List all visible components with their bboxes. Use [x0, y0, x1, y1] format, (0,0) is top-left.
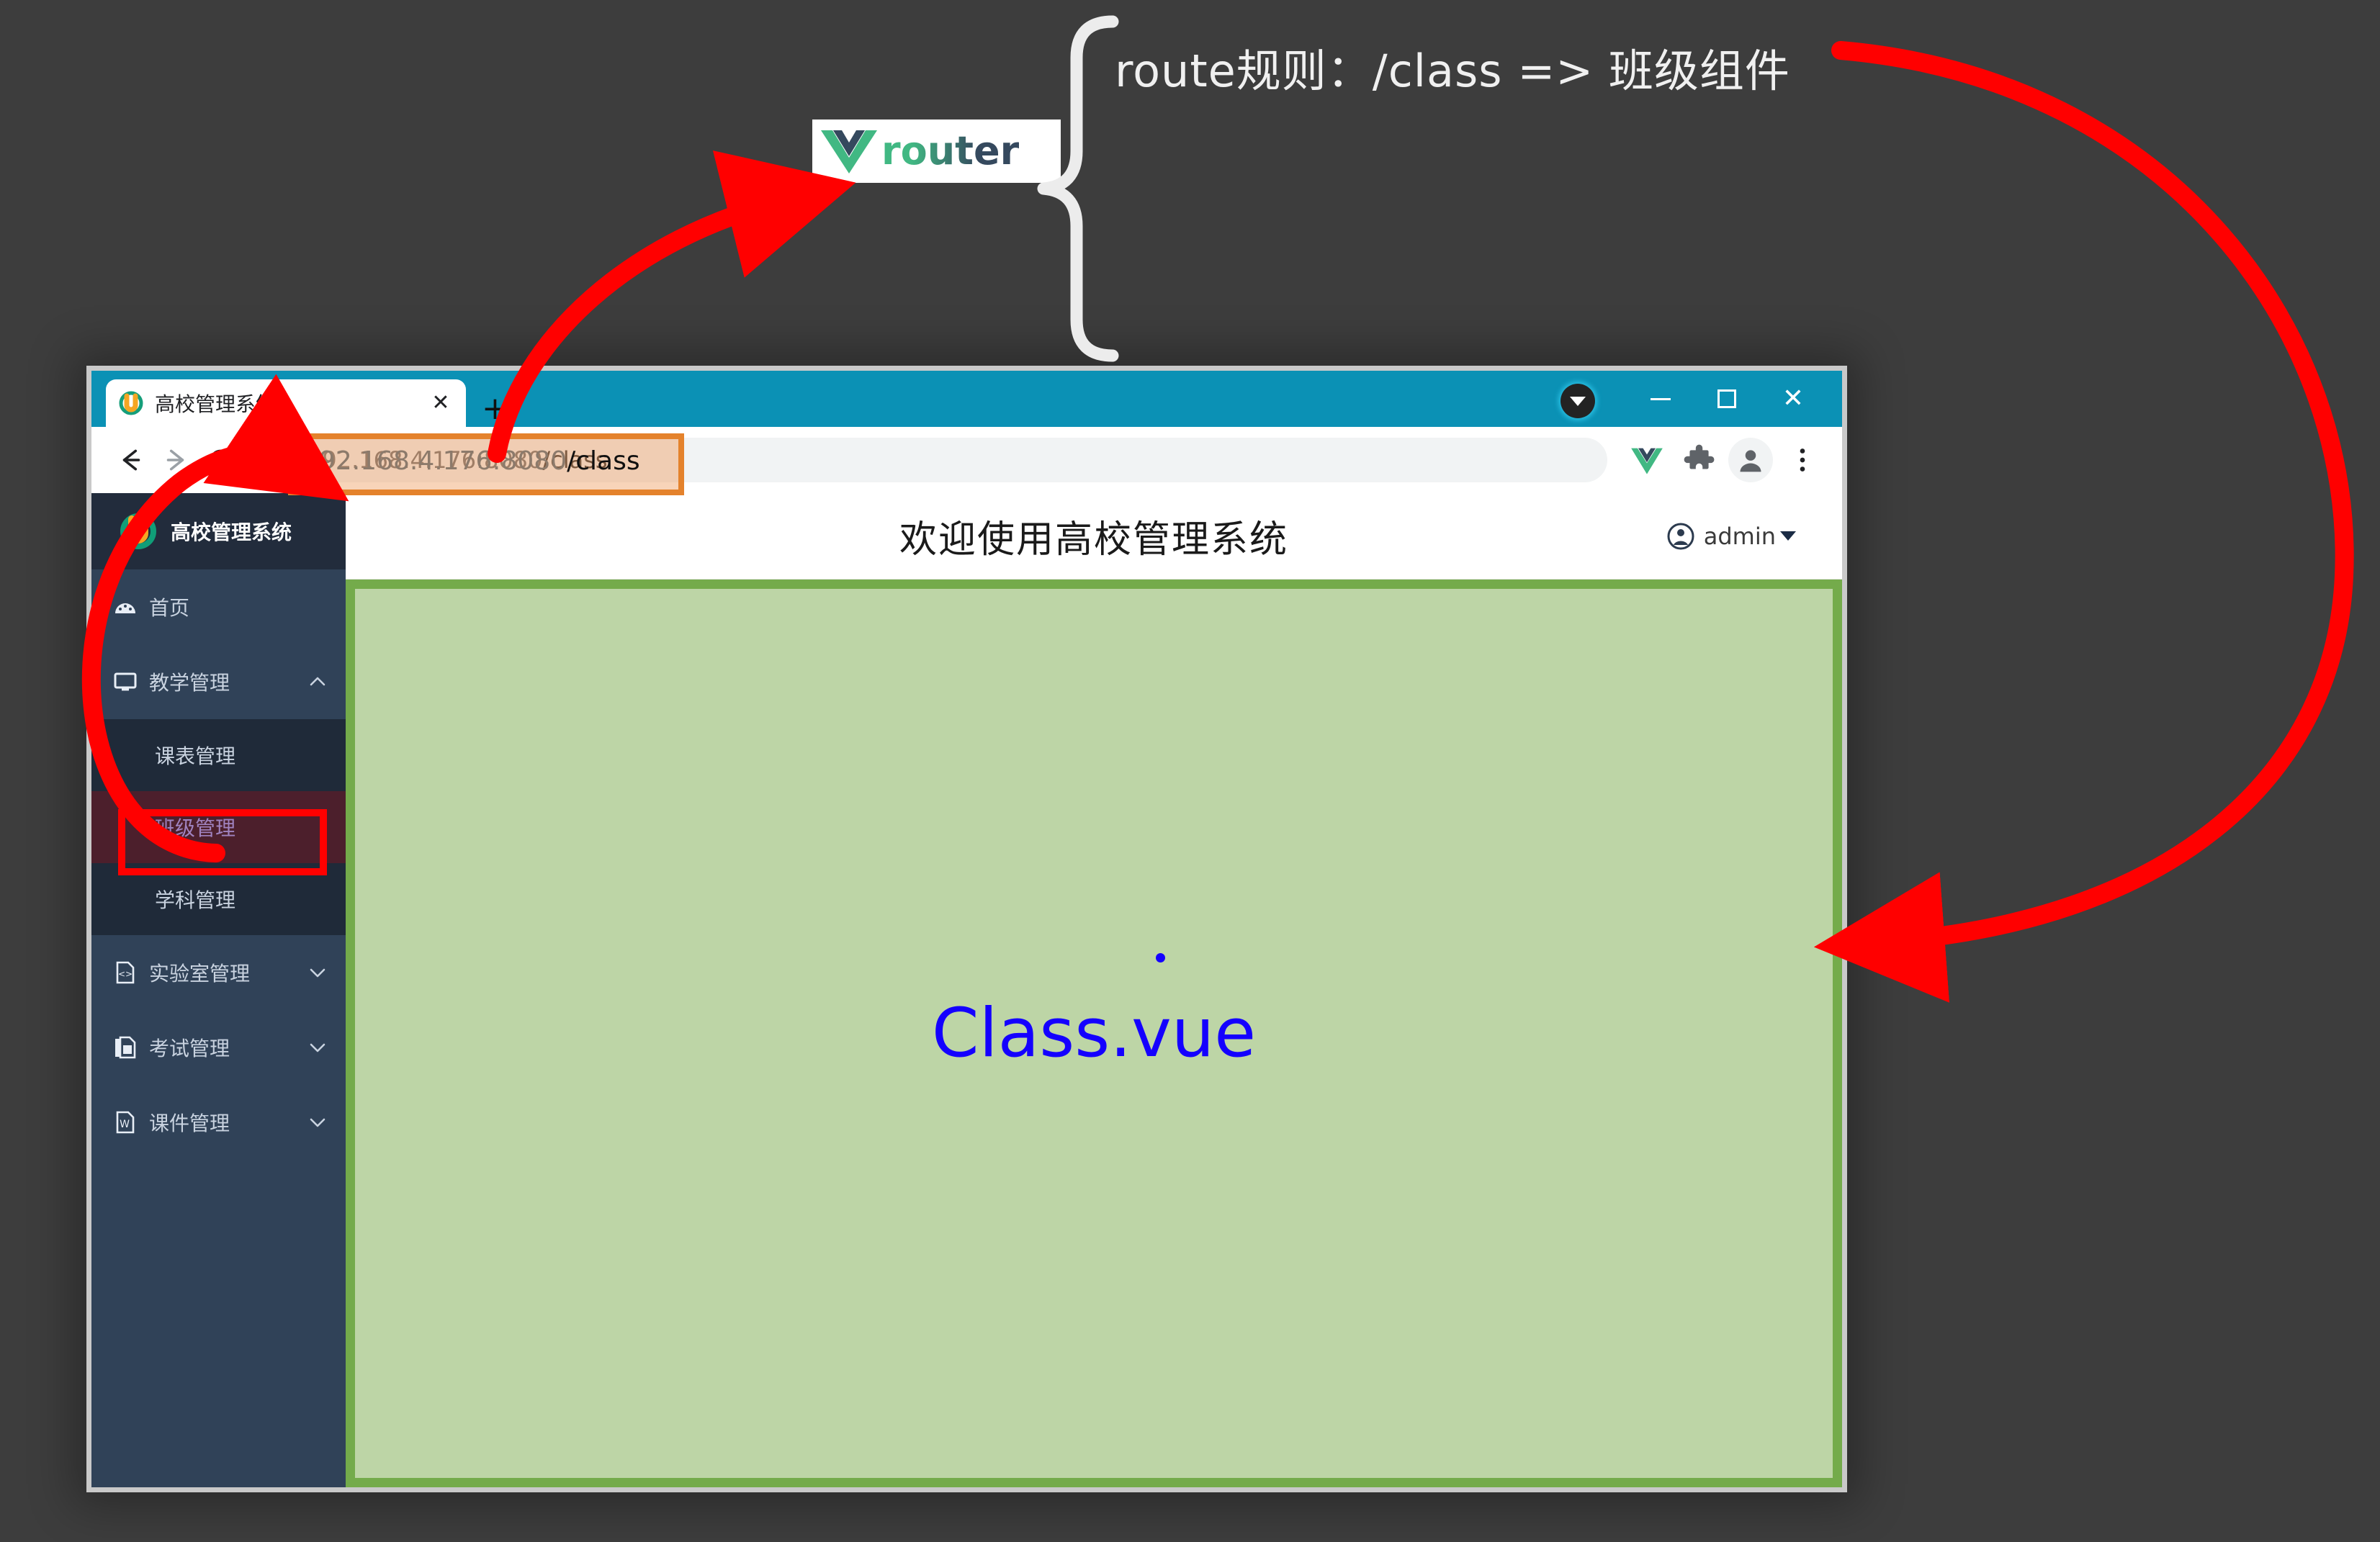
university-u-logo-icon [119, 512, 158, 551]
arrow-annotation-to-content [1813, 41, 2354, 1003]
route-rule-annotation: route规则：/class => 班级组件 [1115, 45, 1790, 97]
university-u-favicon-icon [119, 391, 143, 415]
minimize-icon [1651, 397, 1671, 400]
vue-devtools-icon[interactable] [1625, 438, 1669, 482]
chevron-down-icon [308, 1038, 327, 1057]
sidebar-subitem-subject-label: 学科管理 [155, 888, 236, 912]
page-title: 欢迎使用高校管理系统 [899, 518, 1288, 562]
sidebar-item-lab-label: 实验室管理 [149, 962, 251, 986]
sidebar-brand-header: 高校管理系统 [91, 493, 346, 569]
browser-tab[interactable]: 高校管理系统 ✕ [106, 379, 466, 427]
lab-doc-icon: <> [113, 960, 138, 985]
sidebar-item-home[interactable]: 首页 [91, 569, 346, 644]
app-body: 高校管理系统 首页 教学管理 课表管理 班级管理 学科管理 <> 实验室管理 考… [91, 493, 1842, 1487]
svg-text:W: W [120, 1119, 130, 1130]
menu-highlight-box [118, 809, 327, 875]
toolbar-icon-group [1617, 438, 1825, 482]
forward-arrow-icon[interactable] [153, 438, 198, 482]
sidebar-item-courseware[interactable]: W 课件管理 [91, 1085, 346, 1160]
sidebar-subitem-schedule[interactable]: 课表管理 [91, 719, 346, 791]
sidebar-item-home-label: 首页 [149, 596, 190, 620]
url-highlight-path: /class [567, 446, 640, 476]
sidebar-subitem-schedule-label: 课表管理 [155, 744, 236, 768]
sidebar-item-exam-label: 考试管理 [149, 1037, 230, 1060]
sidebar-brand-label: 高校管理系统 [171, 520, 292, 544]
curly-brace-icon [1037, 15, 1119, 362]
close-icon: ✕ [1782, 384, 1805, 413]
dropdown-circle-icon[interactable] [1561, 384, 1595, 418]
window-controls: ✕ [1627, 371, 1842, 427]
vue-router-logo-label: router [881, 128, 1020, 173]
sidebar-item-teaching[interactable]: 教学管理 [91, 644, 346, 719]
router-view-content: Class.vue [346, 580, 1842, 1487]
sidebar-item-lab[interactable]: <> 实验室管理 [91, 935, 346, 1010]
main-header: 欢迎使用高校管理系统 admin [346, 493, 1842, 580]
sidebar-item-courseware-label: 课件管理 [149, 1112, 230, 1135]
browser-tab-strip: 高校管理系统 ✕ + ✕ [91, 371, 1842, 427]
close-window-button[interactable]: ✕ [1760, 371, 1826, 427]
extensions-puzzle-icon[interactable] [1676, 438, 1721, 482]
main-panel: 欢迎使用高校管理系统 admin Class.vue [346, 493, 1842, 1487]
dashboard-icon [113, 595, 138, 619]
maximize-button[interactable] [1694, 371, 1760, 427]
content-dot-marker [1156, 953, 1165, 963]
chevron-down-icon [308, 1113, 327, 1132]
caret-down-icon [1780, 531, 1796, 541]
chevron-up-icon [308, 672, 327, 691]
sidebar-item-teaching-label: 教学管理 [149, 671, 230, 695]
reload-icon[interactable] [198, 438, 243, 482]
url-highlight-text: 192.168.4.176:8080/class [302, 446, 640, 476]
user-menu[interactable]: admin [1666, 522, 1796, 551]
svg-text:<>: <> [118, 969, 133, 979]
maximize-icon [1717, 389, 1736, 408]
person-circle-icon [1666, 522, 1695, 551]
vue-router-logo: router [812, 120, 1061, 183]
back-arrow-icon[interactable] [109, 438, 153, 482]
chevron-down-icon [308, 963, 327, 982]
user-menu-label: admin [1703, 522, 1776, 550]
tab-close-icon[interactable]: ✕ [428, 392, 453, 414]
minimize-button[interactable] [1627, 371, 1694, 427]
three-dot-menu-icon[interactable] [1780, 438, 1825, 482]
browser-window: 高校管理系统 ✕ + ✕ 192.168.4.176:8080/class 高校… [86, 366, 1847, 1492]
browser-tab-title: 高校管理系统 [155, 392, 277, 416]
component-name-label: Class.vue [931, 994, 1257, 1073]
monitor-icon [113, 669, 138, 694]
word-doc-icon: W [113, 1110, 138, 1135]
app-sidebar: 高校管理系统 首页 教学管理 课表管理 班级管理 学科管理 <> 实验室管理 考… [91, 493, 346, 1487]
sidebar-item-exam[interactable]: 考试管理 [91, 1010, 346, 1085]
new-tab-button[interactable]: + [482, 392, 508, 425]
profile-avatar-icon[interactable] [1728, 438, 1773, 482]
vue-logo-icon [819, 127, 879, 175]
exam-doc-icon [113, 1035, 138, 1060]
url-highlight-host: 192.168.4.176:8080 [302, 446, 567, 476]
